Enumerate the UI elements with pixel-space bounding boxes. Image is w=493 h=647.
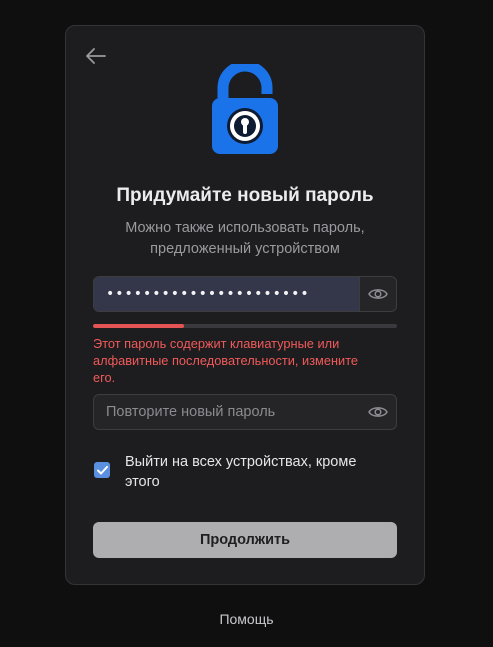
page-subtitle: Можно также использовать пароль, предлож… [125, 220, 365, 257]
eye-icon [368, 407, 388, 417]
page-title: Придумайте новый пароль [116, 185, 374, 206]
eye-icon [368, 289, 388, 299]
password-error-message: Этот пароль содержит клавиатурные или ал… [93, 336, 359, 385]
repeat-password-input[interactable]: Повторите новый пароль [94, 395, 360, 429]
show-password-toggle[interactable] [360, 277, 396, 311]
repeat-password-placeholder: Повторите новый пароль [106, 404, 276, 420]
repeat-password-field: Повторите новый пароль [93, 394, 397, 430]
back-button[interactable] [84, 44, 108, 68]
logout-other-devices-label[interactable]: Выйти на всех устройствах, кроме этого [125, 452, 394, 492]
arrow-left-icon [86, 48, 106, 64]
show-repeat-password-toggle[interactable] [360, 395, 396, 429]
password-card: Придумайте новый пароль Можно также испо… [65, 25, 425, 585]
logout-other-devices-row: Выйти на всех устройствах, кроме этого [94, 452, 394, 492]
checkmark-icon [96, 465, 108, 474]
password-strength-fill [93, 324, 185, 328]
logout-other-devices-checkbox[interactable] [94, 462, 110, 478]
help-link[interactable]: Помощь [0, 611, 493, 627]
masked-password: •••••••••••••••••••••• [106, 286, 310, 302]
new-password-input[interactable]: •••••••••••••••••••••• [94, 277, 360, 311]
password-strength-bar [93, 324, 397, 328]
new-password-field: •••••••••••••••••••••• [93, 276, 397, 312]
unlocked-padlock-icon [212, 64, 278, 154]
continue-button[interactable]: Продолжить [93, 522, 397, 558]
